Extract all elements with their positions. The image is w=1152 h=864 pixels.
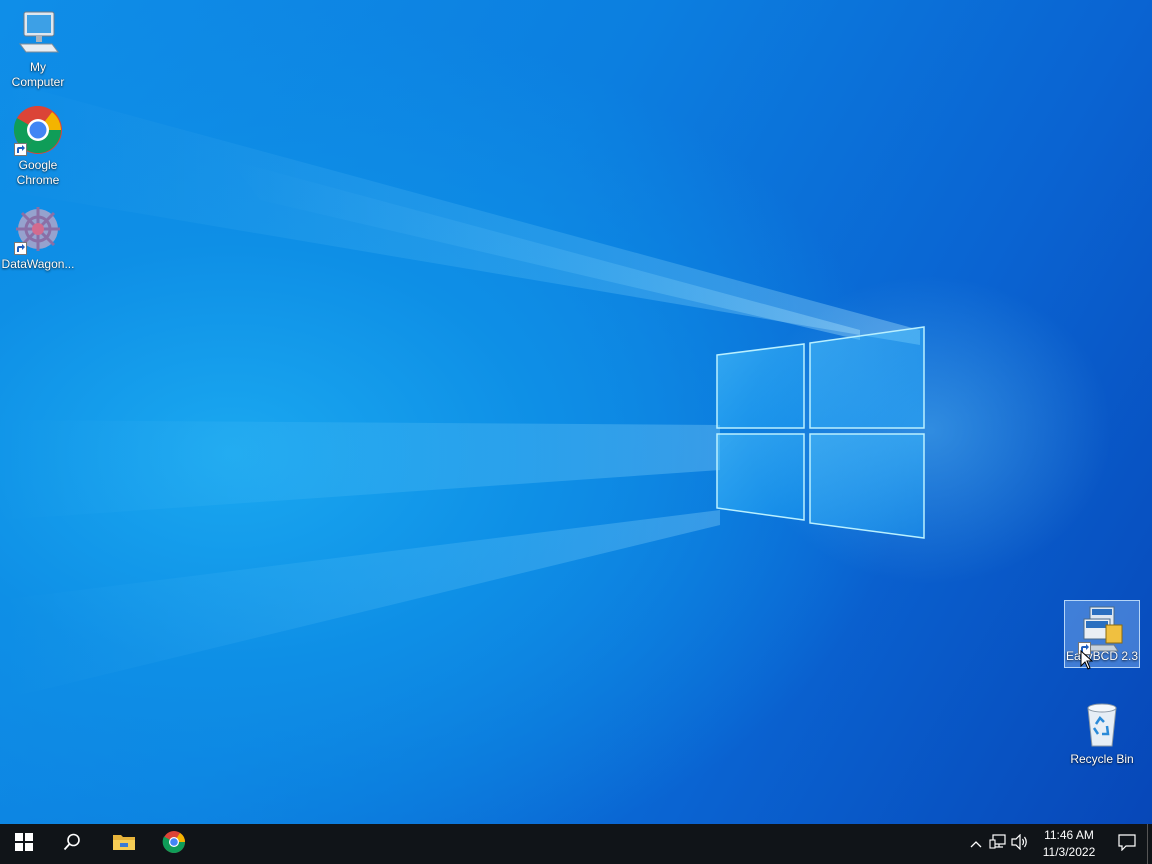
taskbar-clock[interactable]: 11:46 AM 11/3/2022 xyxy=(1037,827,1101,861)
clock-date: 11/3/2022 xyxy=(1042,845,1096,859)
search-button[interactable] xyxy=(48,824,96,864)
desktop-icon-label: Google Chrome xyxy=(16,158,60,187)
desktop[interactable]: My Computer Google Chrome DataWagon... E… xyxy=(0,0,1152,824)
datawagon-icon xyxy=(12,205,64,255)
action-center-button[interactable] xyxy=(1107,824,1147,864)
windows-start-icon xyxy=(15,832,33,856)
desktop-icon-datawagon[interactable]: DataWagon... xyxy=(0,205,76,272)
chevron-up-icon xyxy=(970,835,982,853)
action-center-icon xyxy=(1118,833,1136,856)
clock-time: 11:46 AM xyxy=(1044,828,1094,842)
desktop-icon-google-chrome[interactable]: Google Chrome xyxy=(0,105,76,188)
recycle-bin-icon xyxy=(1076,700,1128,750)
chrome-icon xyxy=(12,105,64,156)
easybcd-icon xyxy=(1076,605,1128,655)
desktop-icon-label: DataWagon... xyxy=(1,257,75,271)
desktop-icon-recycle-bin[interactable]: Recycle Bin xyxy=(1064,700,1140,767)
mouse-pointer-icon xyxy=(1080,649,1094,675)
desktop-icon-label: My Computer xyxy=(11,60,65,89)
taskbar-file-explorer[interactable] xyxy=(100,824,148,864)
tray-overflow-button[interactable] xyxy=(965,824,987,864)
shortcut-arrow-icon xyxy=(14,143,27,156)
computer-icon xyxy=(12,8,64,58)
desktop-icon-easybcd[interactable]: EasyBCD 2.3 xyxy=(1064,600,1140,668)
folder-icon xyxy=(112,832,136,857)
tray-network-button[interactable] xyxy=(987,824,1009,864)
speaker-icon xyxy=(1011,833,1029,855)
search-icon xyxy=(63,833,81,856)
start-button[interactable] xyxy=(0,824,48,864)
windows-logo-wallpaper xyxy=(700,320,940,550)
shortcut-arrow-icon xyxy=(14,242,27,255)
taskbar: 11:46 AM 11/3/2022 xyxy=(0,824,1152,864)
taskbar-google-chrome[interactable] xyxy=(150,824,198,864)
system-tray: 11:46 AM 11/3/2022 xyxy=(965,824,1152,864)
desktop-icon-my-computer[interactable]: My Computer xyxy=(0,8,76,90)
show-desktop-button[interactable] xyxy=(1147,824,1152,864)
network-icon xyxy=(989,833,1007,855)
tray-volume-button[interactable] xyxy=(1009,824,1031,864)
wallpaper-light-beams xyxy=(0,0,1152,824)
chrome-icon xyxy=(162,830,186,859)
desktop-icon-label: Recycle Bin xyxy=(1070,752,1134,766)
